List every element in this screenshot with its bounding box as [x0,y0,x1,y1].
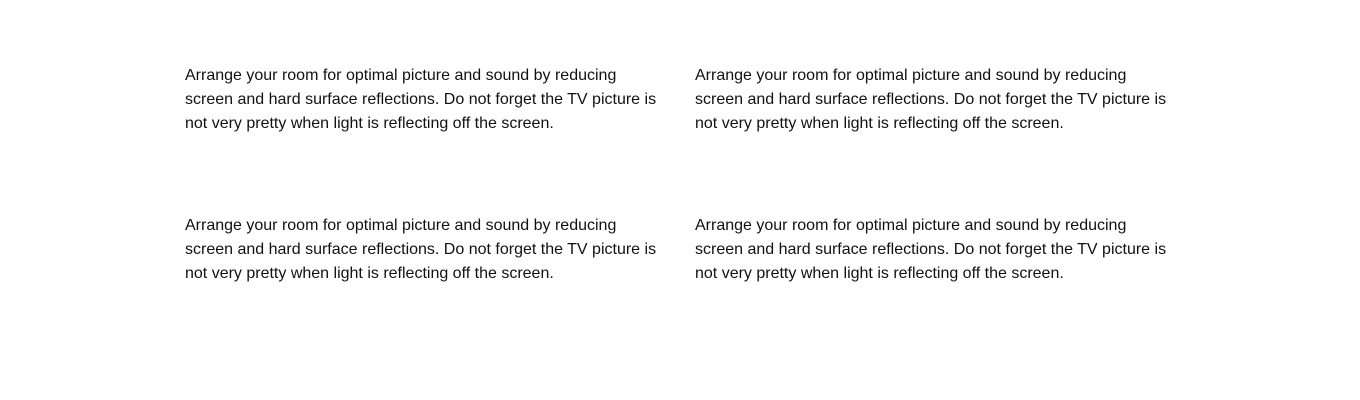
tip-block-2: Arrange your room for optimal picture an… [695,64,1170,136]
tips-grid: Arrange your room for optimal picture an… [185,64,1185,286]
tip-text: Arrange your room for optimal picture an… [185,217,657,282]
tip-text: Arrange your room for optimal picture an… [695,217,1167,282]
tip-block-1: Arrange your room for optimal picture an… [185,64,660,136]
tip-text: Arrange your room for optimal picture an… [695,67,1167,132]
tip-block-4: Arrange your room for optimal picture an… [695,214,1170,286]
tip-block-3: Arrange your room for optimal picture an… [185,214,660,286]
tip-text: Arrange your room for optimal picture an… [185,67,657,132]
